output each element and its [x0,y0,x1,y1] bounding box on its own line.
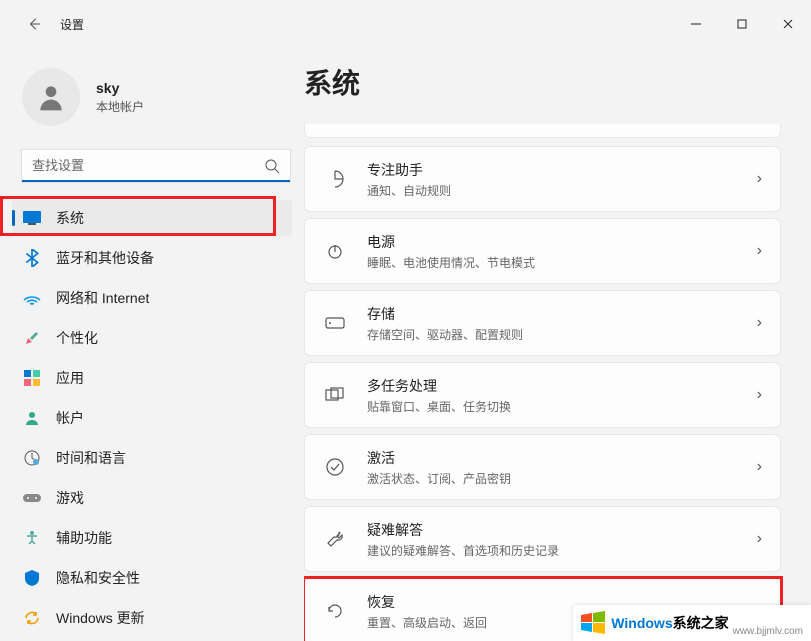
sidebar-item-personalize[interactable]: 个性化 [12,320,292,356]
content-pane: 系统 专注助手通知、自动规则 › 电源睡眠、电池使用情况、节电模式 › 存储存储… [304,48,811,641]
chevron-right-icon: › [757,242,762,260]
personalize-icon [22,328,42,348]
chevron-right-icon: › [757,314,762,332]
sidebar-item-network[interactable]: 网络和 Internet [12,280,292,316]
multitask-icon [323,383,347,407]
activation-icon [323,455,347,479]
maximize-button[interactable] [719,8,765,40]
minimize-icon [691,19,701,29]
back-button[interactable] [20,10,48,38]
chevron-right-icon: › [757,170,762,188]
titlebar: 设置 [0,0,811,48]
chevron-right-icon: › [757,530,762,548]
close-icon [783,19,793,29]
sidebar-item-label: 辅助功能 [56,528,112,548]
update-icon [22,608,42,628]
privacy-icon [22,568,42,588]
watermark: Windows系统之家 www.bjjmlv.com [573,605,811,641]
sidebar-item-label: 应用 [56,368,84,388]
nav-list: 系统 蓝牙和其他设备 网络和 Internet 个性化 应用 帐户 [0,200,304,636]
card-sub: 通知、自动规则 [367,182,757,199]
minimize-button[interactable] [673,8,719,40]
sidebar-item-privacy[interactable]: 隐私和安全性 [12,560,292,596]
sidebar-item-account[interactable]: 帐户 [12,400,292,436]
card-activation[interactable]: 激活激活状态、订阅、产品密钥 › [304,434,781,500]
sidebar-item-gaming[interactable]: 游戏 [12,480,292,516]
profile-sub: 本地帐户 [96,98,144,115]
close-button[interactable] [765,8,811,40]
sidebar-item-system[interactable]: 系统 [12,200,292,236]
window-title: 设置 [60,16,84,33]
card-troubleshoot[interactable]: 疑难解答建议的疑难解答、首选项和历史记录 › [304,506,781,572]
window-controls [673,8,811,40]
card-sub: 贴靠窗口、桌面、任务切换 [367,398,757,415]
card-focus[interactable]: 专注助手通知、自动规则 › [304,146,781,212]
account-icon [22,408,42,428]
sidebar-item-update[interactable]: Windows 更新 [12,600,292,636]
profile-block[interactable]: sky 本地帐户 [0,60,304,150]
sidebar-item-time-lang[interactable]: 时间和语言 [12,440,292,476]
focus-icon [323,167,347,191]
recovery-icon [323,599,347,623]
card-sub: 睡眠、电池使用情况、节电模式 [367,254,757,271]
back-arrow-icon [27,17,41,31]
power-icon [323,239,347,263]
sidebar-item-label: 蓝牙和其他设备 [56,248,154,268]
troubleshoot-icon [323,527,347,551]
gaming-icon [22,488,42,508]
search-input[interactable] [22,150,290,182]
sidebar-item-accessibility[interactable]: 辅助功能 [12,520,292,556]
card-title: 专注助手 [367,160,757,180]
network-icon [22,288,42,308]
time-lang-icon [22,448,42,468]
maximize-icon [737,19,747,29]
sidebar-item-label: 时间和语言 [56,448,126,468]
card-title: 存储 [367,304,757,324]
sidebar-item-label: 帐户 [56,408,84,428]
windows-logo-icon [579,609,607,637]
card-storage[interactable]: 存储存储空间、驱动器、配置规则 › [304,290,781,356]
card-sub: 建议的疑难解答、首选项和历史记录 [367,542,757,559]
profile-name: sky [96,80,144,96]
sidebar-item-label: Windows 更新 [56,608,145,628]
storage-icon [323,311,347,335]
card-power[interactable]: 电源睡眠、电池使用情况、节电模式 › [304,218,781,284]
sidebar-item-bluetooth[interactable]: 蓝牙和其他设备 [12,240,292,276]
avatar [22,68,80,126]
sidebar-item-label: 隐私和安全性 [56,568,140,588]
accessibility-icon [22,528,42,548]
card-sub: 激活状态、订阅、产品密钥 [367,470,757,487]
sidebar-item-label: 系统 [56,208,84,228]
sidebar-item-label: 网络和 Internet [56,288,149,308]
card-multitask[interactable]: 多任务处理贴靠窗口、桌面、任务切换 › [304,362,781,428]
watermark-text: Windows系统之家 [611,613,728,633]
card-title: 疑难解答 [367,520,757,540]
card-title: 多任务处理 [367,376,757,396]
chevron-right-icon: › [757,386,762,404]
watermark-url: www.bjjmlv.com [733,626,803,637]
sidebar: sky 本地帐户 系统 蓝牙和其他设备 网络和 Internet [0,48,304,641]
card-title: 激活 [367,448,757,468]
sidebar-item-apps[interactable]: 应用 [12,360,292,396]
person-icon [35,81,67,113]
sidebar-item-label: 游戏 [56,488,84,508]
sidebar-item-label: 个性化 [56,328,98,348]
system-icon [22,208,42,228]
page-title: 系统 [304,62,781,102]
card-sub: 存储空间、驱动器、配置规则 [367,326,757,343]
card-overflow-edge [304,124,781,138]
chevron-right-icon: › [757,458,762,476]
card-title: 电源 [367,232,757,252]
bluetooth-icon [22,248,42,268]
apps-icon [22,368,42,388]
